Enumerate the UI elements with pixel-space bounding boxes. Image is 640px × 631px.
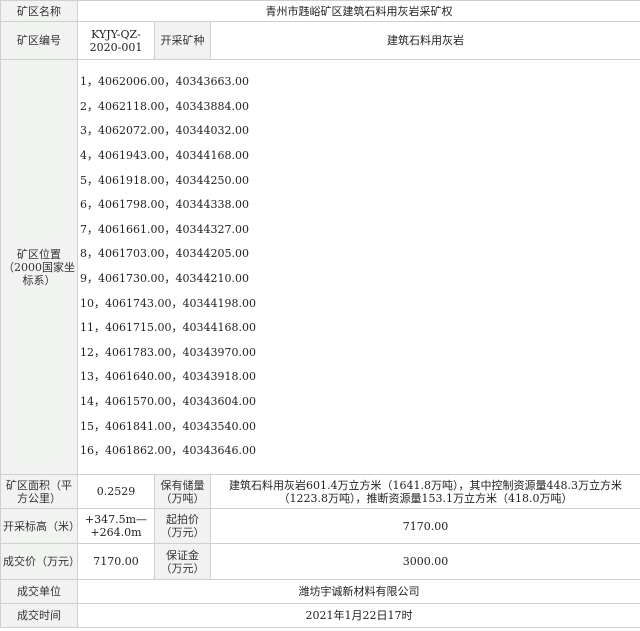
coordinate-items: 1，4062006.00，40343663.00 2，4062118.00，403… xyxy=(80,70,638,464)
row-name: 矿区名称 青州市韪峪矿区建筑石料用灰岩采矿权 xyxy=(0,0,640,22)
coordinate-item: 2，4062118.00，40343884.00 xyxy=(80,99,249,113)
coordinate-item: 7，4061661.00，40344327.00 xyxy=(80,222,249,236)
value-mine-name: 青州市韪峪矿区建筑石料用灰岩采矿权 xyxy=(77,0,640,22)
coordinate-item: 3，4062072.00，40344032.00 xyxy=(80,124,249,138)
value-deposit: 3000.00 xyxy=(210,543,640,580)
label-start-price: 起拍价（万元） xyxy=(154,508,211,544)
label-elevation: 开采标高（米） xyxy=(0,508,80,544)
row-position: 矿区位置（2000国家坐标系） 1，4062006.00，40343663.00… xyxy=(0,59,640,475)
row-deal-price: 成交价（万元） 7170.00 保证金（万元） 3000.00 xyxy=(0,543,640,580)
label-reserve: 保有储量（万吨） xyxy=(154,474,211,509)
value-mine-code: KYJY-QZ-2020-001 xyxy=(77,21,155,60)
coordinate-item: 9，4061730.00，40344210.00 xyxy=(80,272,249,285)
coordinate-item: 15，4061841.00，40343540.00 xyxy=(80,419,256,433)
value-mineral: 建筑石料用灰岩 xyxy=(210,21,640,60)
label-mine-name: 矿区名称 xyxy=(0,0,78,22)
coordinate-item: 14，4061570.00，40343604.00 xyxy=(80,394,256,408)
value-area: 0.2529 xyxy=(77,474,155,509)
coordinate-item: 16，4061862.00，40343646.00 xyxy=(80,444,256,458)
row-buyer: 成交单位 潍坊宇诚新材料有限公司 xyxy=(0,579,640,604)
value-buyer: 潍坊宇诚新材料有限公司 xyxy=(77,579,640,604)
label-deal-time: 成交时间 xyxy=(0,603,78,628)
coordinate-item: 13，4061640.00，40343918.00 xyxy=(80,370,256,384)
label-buyer: 成交单位 xyxy=(0,579,78,604)
coordinate-item: 1，4062006.00，40343663.00 xyxy=(80,75,249,89)
label-position: 矿区位置（2000国家坐标系） xyxy=(0,59,78,475)
value-reserve: 建筑石料用灰岩601.4万立方米（1641.8万吨），其中控制资源量448.3万… xyxy=(210,474,640,509)
value-deal-price: 7170.00 xyxy=(77,543,155,580)
coordinate-item: 10，4061743.00，40344198.00 xyxy=(80,296,256,310)
label-area: 矿区面积（平方公里） xyxy=(0,474,78,509)
coordinate-item: 12，4061783.00，40343970.00 xyxy=(80,345,256,359)
row-elevation: 开采标高（米） +347.5m—+264.0m 起拍价（万元） 7170.00 xyxy=(0,508,640,544)
coordinate-item: 11，4061715.00，40344168.00 xyxy=(80,321,256,335)
coordinate-item: 5，4061918.00，40344250.00 xyxy=(80,173,249,187)
coordinate-item: 6，4061798.00，40344338.00 xyxy=(80,198,249,212)
label-mine-code: 矿区编号 xyxy=(0,21,78,60)
mining-rights-table: 矿区名称 青州市韪峪矿区建筑石料用灰岩采矿权 矿区编号 KYJY-QZ-2020… xyxy=(0,0,640,628)
row-deal-time: 成交时间 2021年1月22日17时 xyxy=(0,603,640,628)
label-deposit: 保证金（万元） xyxy=(154,543,211,580)
value-deal-time: 2021年1月22日17时 xyxy=(77,603,640,628)
coordinate-item: 8，4061703.00，40344205.00 xyxy=(80,247,249,261)
coordinate-item: 4，4061943.00，40344168.00 xyxy=(80,149,249,163)
label-mineral: 开采矿种 xyxy=(154,21,211,60)
coordinate-list: 1，4062006.00，40343663.00 2，4062118.00，403… xyxy=(77,59,640,475)
value-start-price: 7170.00 xyxy=(210,508,640,544)
label-deal-price: 成交价（万元） xyxy=(0,543,80,580)
row-area: 矿区面积（平方公里） 0.2529 保有储量（万吨） 建筑石料用灰岩601.4万… xyxy=(0,474,640,509)
row-code: 矿区编号 KYJY-QZ-2020-001 开采矿种 建筑石料用灰岩 xyxy=(0,21,640,60)
value-elevation: +347.5m—+264.0m xyxy=(77,508,155,544)
